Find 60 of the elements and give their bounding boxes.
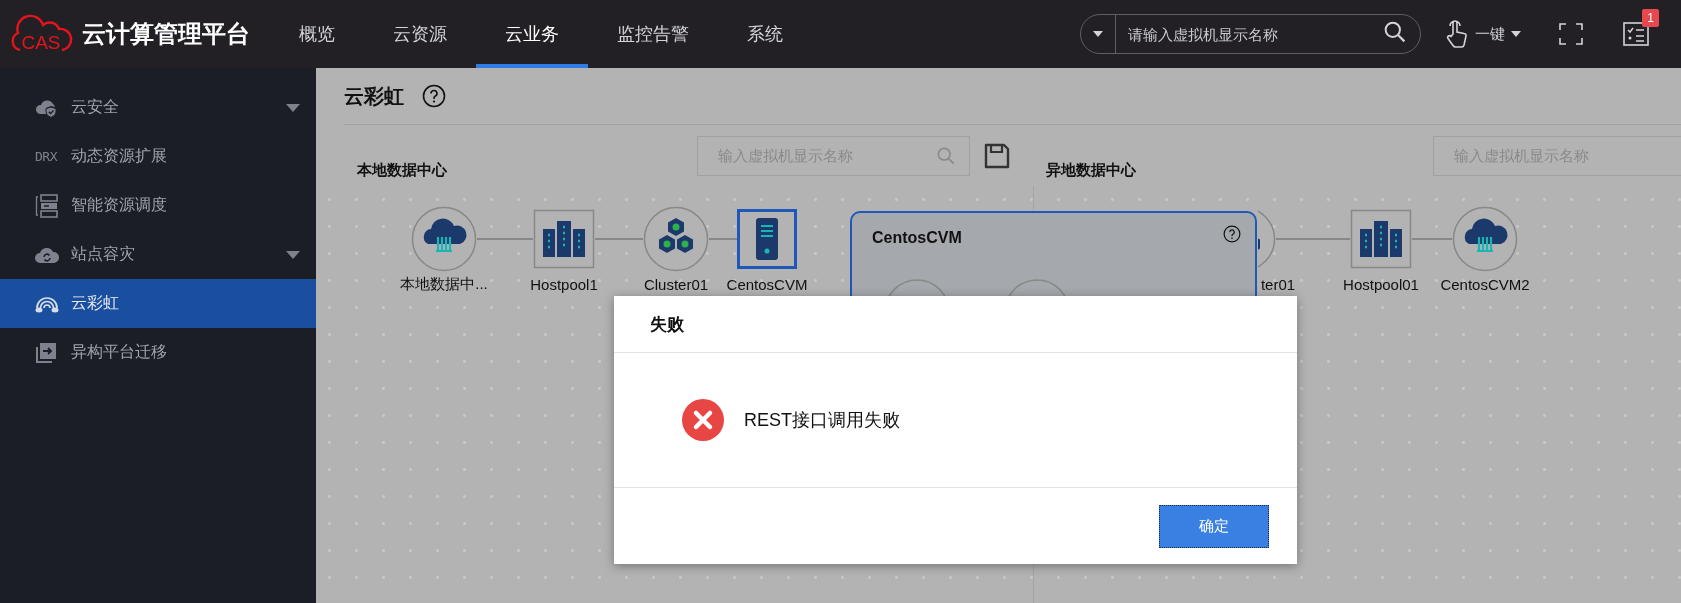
sidebar-item[interactable]: 云彩虹 [0, 279, 316, 328]
buildings-node-icon[interactable] [533, 209, 595, 269]
sidebar-label[interactable]: 异构平台迁移 [71, 342, 167, 363]
search-icon[interactable] [1384, 21, 1406, 43]
logo: CAS [8, 14, 74, 54]
sidebar-label[interactable]: 云彩虹 [71, 293, 119, 314]
migrate-icon [35, 341, 57, 364]
sidebar-label[interactable]: 智能资源调度 [71, 195, 167, 216]
node-label: CentosCVM [726, 275, 808, 293]
cloud-node-icon[interactable] [411, 206, 477, 272]
node-label: Hostpool1 [530, 275, 598, 293]
one-click-label[interactable]: 一键 [1475, 24, 1505, 44]
server-node-icon[interactable] [737, 209, 797, 269]
sidebar-label[interactable]: 站点容灾 [71, 244, 135, 265]
nav-tab[interactable]: 系统 [718, 0, 812, 68]
sidebar-item[interactable]: 站点容灾 [0, 230, 316, 279]
save-icon[interactable] [984, 142, 1010, 169]
rainbow-icon [35, 294, 59, 313]
connector-line [1411, 238, 1453, 240]
node-label: CentosCVM2 [1440, 275, 1530, 293]
notification-badge: 1 [1642, 9, 1659, 27]
page-title: 云彩虹 [344, 83, 404, 109]
fullscreen-icon[interactable] [1559, 23, 1583, 45]
sidebar-label[interactable]: 云安全 [71, 97, 119, 118]
help-icon[interactable] [1223, 225, 1241, 243]
app-title: 云计算管理平台 [82, 19, 250, 49]
help-icon[interactable] [422, 84, 446, 108]
node-label: ter01 [1260, 275, 1296, 293]
section-heading: 异地数据中心 [1046, 161, 1136, 180]
cloud-shield-icon [35, 97, 59, 118]
checklist-icon[interactable] [1623, 22, 1649, 46]
sidebar-label[interactable]: 动态资源扩展 [71, 146, 167, 167]
sidebar-item[interactable]: DRX 动态资源扩展 [0, 132, 316, 181]
error-icon [682, 399, 724, 441]
connector-line [594, 238, 644, 240]
dialog-message: REST接口调用失败 [744, 409, 900, 432]
drx-icon: DRX [35, 149, 57, 164]
section-heading: 本地数据中心 [357, 161, 447, 180]
caret-icon[interactable] [1093, 31, 1103, 37]
node-label: 本地数据中... [400, 274, 488, 294]
cloud-node-icon[interactable] [1452, 206, 1518, 272]
node-label: Hostpool01 [1343, 275, 1419, 293]
connector-line [476, 238, 534, 240]
nav-tab[interactable]: 概览 [270, 0, 364, 68]
cloud-sync-icon [35, 245, 59, 264]
connector-line [708, 238, 739, 240]
buildings-node-icon[interactable] [1350, 209, 1412, 269]
nav-tab[interactable]: 监控告警 [588, 0, 718, 68]
confirm-button[interactable]: 确定 [1159, 504, 1269, 548]
sidebar-item[interactable]: 异构平台迁移 [0, 328, 316, 377]
nav-tab[interactable]: 云资源 [364, 0, 476, 68]
node-label: Cluster01 [643, 275, 709, 293]
sidebar-item[interactable]: 云安全 [0, 83, 316, 132]
hand-pointer-icon[interactable] [1445, 19, 1469, 49]
panel-title: CentosCVM [872, 229, 962, 247]
sidebar-item[interactable]: 智能资源调度 [0, 181, 316, 230]
server-rack-icon [35, 193, 59, 218]
dialog-title: 失败 [650, 313, 684, 336]
search-input[interactable]: 请输入虚拟机显示名称 [1116, 24, 1384, 44]
caret-icon[interactable] [1511, 31, 1521, 37]
